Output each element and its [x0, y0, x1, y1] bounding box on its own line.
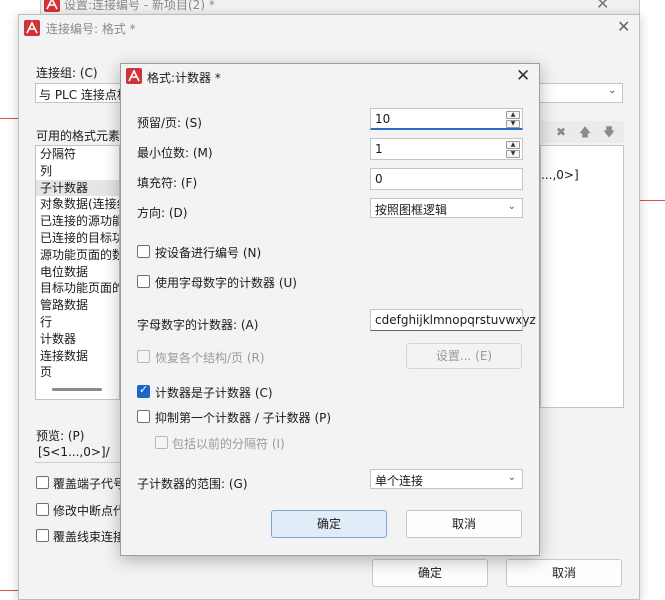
spin-down-icon[interactable]: ▼	[506, 120, 520, 128]
list-item[interactable]: 已连接的源功能	[36, 213, 119, 230]
red-guide-line	[640, 200, 665, 201]
preview-label: 预览: (P)	[36, 429, 85, 443]
list-item[interactable]: 行	[36, 314, 119, 331]
spin-up-icon[interactable]: ▲	[506, 111, 520, 119]
counter-dialog-title: 格式:计数器 *	[147, 71, 221, 85]
format-definition-text: ...,0>]	[541, 168, 579, 182]
fill-char-field[interactable]: 0	[370, 168, 523, 190]
min-digits-label: 最小位数: (M)	[137, 146, 213, 160]
cancel-button[interactable]: 取消	[406, 510, 522, 538]
available-elements-label: 可用的格式元素:	[36, 129, 125, 143]
min-digits-stepper[interactable]: 1 ▲ ▼	[370, 138, 523, 160]
reserve-per-page-stepper[interactable]: 10 ▲ ▼	[370, 108, 523, 130]
direction-select[interactable]: 按照图框逻辑 ⌄	[370, 198, 523, 218]
use-alnum-counter-checkbox[interactable]	[137, 275, 150, 288]
direction-label: 方向: (D)	[137, 206, 188, 220]
arrow-up-icon[interactable]: 🡅	[575, 122, 595, 142]
direction-value: 按照图框逻辑	[375, 203, 448, 217]
subcounter-range-label: 子计数器的范围: (G)	[137, 477, 248, 491]
preview-value: [S<1...,0>]/	[38, 445, 110, 459]
modify-interruption-label: 修改中断点代	[53, 504, 126, 518]
list-item[interactable]: 分隔符	[36, 146, 119, 163]
spin-down-icon[interactable]: ▼	[506, 150, 520, 158]
chevron-down-icon: ⌄	[507, 472, 516, 483]
format-elements-list[interactable]: 分隔符 列 子计数器 对象数据(连接组 已连接的源功能 已连接的目标功 源功能页…	[35, 145, 120, 400]
use-alnum-counter-label: 使用字母数字的计数器 (U)	[155, 276, 297, 290]
list-item[interactable]: 源功能页面的数	[36, 247, 119, 264]
outer-window-title: 设置:连接编号 - 新项目(2) *	[64, 0, 215, 12]
is-subcounter-label: 计数器是子计数器 (C)	[155, 386, 273, 400]
delete-icon[interactable]: ✖	[551, 122, 571, 142]
is-subcounter-checkbox[interactable]	[137, 383, 150, 398]
app-logo-icon	[126, 68, 142, 84]
list-item[interactable]: 已连接的目标功	[36, 230, 119, 247]
fill-char-value: 0	[375, 172, 383, 186]
close-icon[interactable]: ✕	[516, 66, 530, 86]
chevron-down-icon: ⌄	[507, 201, 516, 212]
connection-group-label: 连接组: (C)	[36, 66, 98, 80]
overwrite-terminal-label: 覆盖端子代号	[53, 477, 126, 491]
format-definition-panel[interactable]: ...,0>]	[540, 145, 624, 408]
spin-up-icon[interactable]: ▲	[506, 141, 520, 149]
alnum-counter-value: cdefghijklmnopqrstuvwxyz	[375, 313, 536, 327]
include-previous-separator-checkbox[interactable]	[155, 436, 168, 449]
ok-button[interactable]: 确定	[271, 510, 387, 538]
app-logo-icon	[24, 20, 40, 36]
list-item[interactable]: 管路数据	[36, 297, 119, 314]
list-item[interactable]: 计数器	[36, 331, 119, 348]
alnum-counter-field[interactable]: cdefghijklmnopqrstuvwxyz	[370, 309, 536, 331]
horizontal-scrollbar[interactable]	[52, 388, 102, 391]
suppress-first-checkbox[interactable]	[137, 410, 150, 423]
overwrite-harness-checkbox[interactable]	[36, 529, 49, 542]
alnum-counter-label: 字母数字的计数器: (A)	[137, 318, 259, 332]
overwrite-terminal-checkbox[interactable]	[36, 476, 49, 489]
subcounter-range-select[interactable]: 单个连接 ⌄	[370, 469, 523, 489]
format-dialog-title: 连接编号: 格式 *	[46, 22, 136, 36]
divider	[35, 462, 120, 463]
list-item[interactable]: 子计数器	[36, 179, 119, 197]
subcounter-range-value: 单个连接	[375, 474, 424, 488]
include-previous-separator-label: 包括以前的分隔符 (I)	[172, 437, 285, 451]
reserve-per-page-label: 预留/页: (S)	[137, 116, 202, 130]
list-item[interactable]: 列	[36, 163, 119, 180]
list-item[interactable]: 目标功能页面的	[36, 280, 119, 297]
number-by-device-label: 按设备进行编号 (N)	[155, 246, 262, 260]
number-by-device-checkbox[interactable]	[137, 245, 150, 258]
overwrite-harness-label: 覆盖线束连接	[53, 530, 126, 544]
close-icon[interactable]: ✕	[617, 17, 630, 36]
chevron-down-icon: ⌄	[608, 85, 617, 96]
restore-per-structure-checkbox[interactable]	[137, 350, 150, 363]
red-guide-line	[0, 590, 18, 591]
connection-group-value: 与 PLC 连接点相	[39, 88, 129, 102]
red-guide-line	[0, 118, 18, 119]
list-item[interactable]: 对象数据(连接组	[36, 196, 119, 213]
reserve-per-page-value: 10	[375, 112, 391, 126]
ok-button[interactable]: 确定	[372, 559, 488, 587]
modify-interruption-checkbox[interactable]	[36, 503, 49, 516]
list-item[interactable]: 连接数据	[36, 348, 119, 365]
restore-per-structure-label: 恢复各个结构/页 (R)	[155, 351, 265, 365]
close-icon[interactable]: ✕	[596, 0, 609, 13]
cancel-button[interactable]: 取消	[506, 559, 622, 587]
arrow-down-icon[interactable]: 🡇	[599, 122, 619, 142]
app-logo-icon	[44, 0, 60, 12]
list-item[interactable]: 电位数据	[36, 264, 119, 281]
suppress-first-label: 抑制第一个计数器 / 子计数器 (P)	[155, 411, 332, 425]
fill-char-label: 填充符: (F)	[137, 176, 198, 190]
min-digits-value: 1	[375, 142, 383, 156]
settings-button[interactable]: 设置... (E)	[406, 343, 522, 369]
list-item[interactable]: 页	[36, 364, 119, 381]
